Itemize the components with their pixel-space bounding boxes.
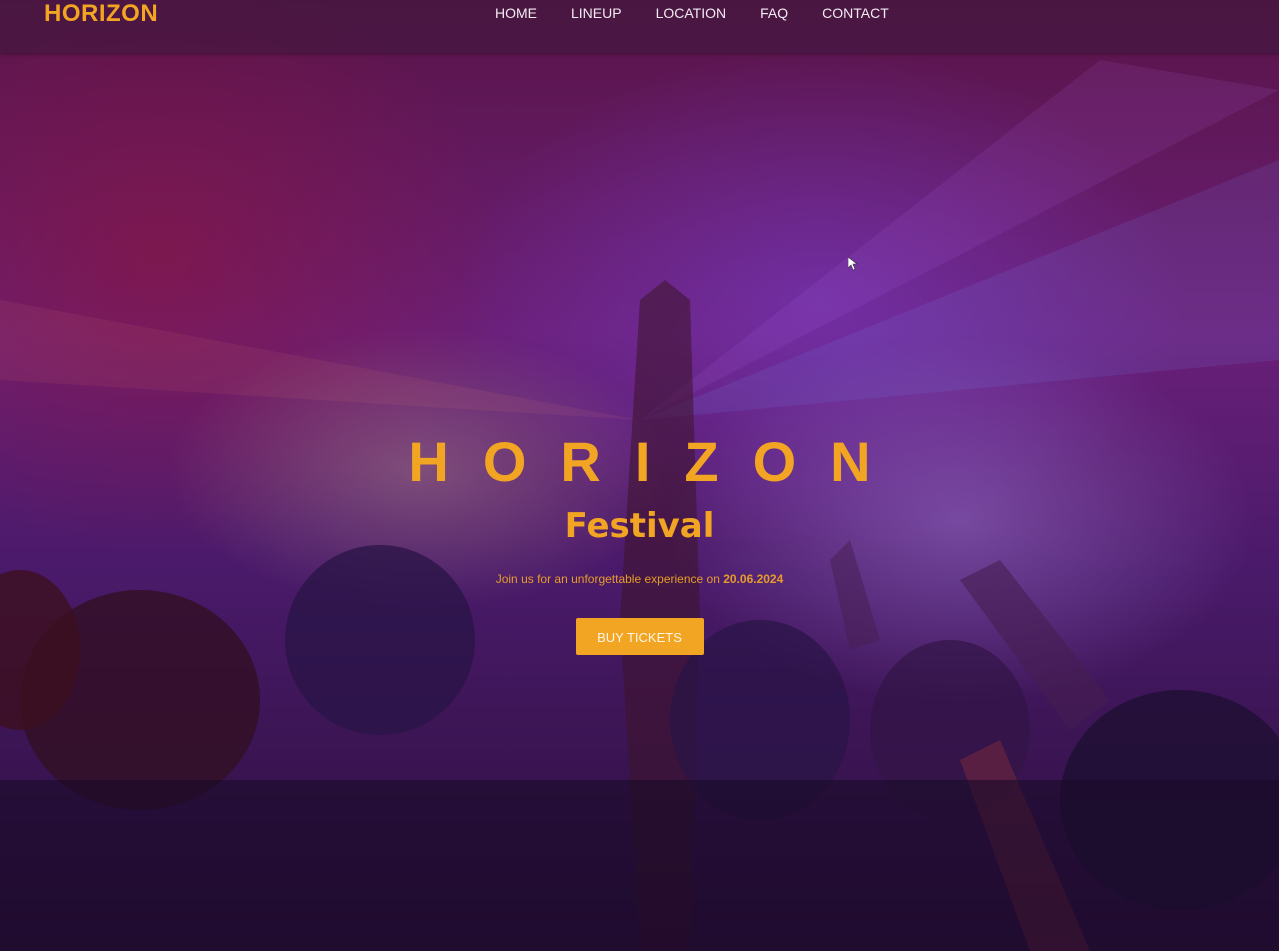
buy-tickets-button[interactable]: BUY TICKETS (575, 618, 704, 655)
nav-link-home[interactable]: HOME (495, 5, 537, 21)
mouse-cursor-icon (848, 257, 858, 271)
hero-tagline-text: Join us for an unforgettable experience … (495, 572, 720, 586)
nav-links: HOME LINEUP LOCATION FAQ CONTACT (495, 5, 923, 21)
brand-logo[interactable]: HORIZON (44, 0, 158, 28)
nav-link-location[interactable]: LOCATION (656, 5, 727, 21)
hero-date: 20.06.2024 (723, 572, 784, 586)
nav-link-faq[interactable]: FAQ (760, 5, 788, 21)
nav-link-contact[interactable]: CONTACT (822, 5, 889, 21)
top-navbar: HORIZON HOME LINEUP LOCATION FAQ CONTACT (0, 0, 1279, 53)
hero-section: HORIZON Festival Join us for an unforget… (0, 430, 1279, 655)
hero-subtitle: Festival (564, 506, 715, 546)
hero-tagline: Join us for an unforgettable experience … (0, 572, 1279, 586)
hero-page: HORIZON HOME LINEUP LOCATION FAQ CONTACT… (0, 0, 1279, 951)
nav-link-lineup[interactable]: LINEUP (571, 5, 622, 21)
hero-title: HORIZON (408, 430, 905, 493)
